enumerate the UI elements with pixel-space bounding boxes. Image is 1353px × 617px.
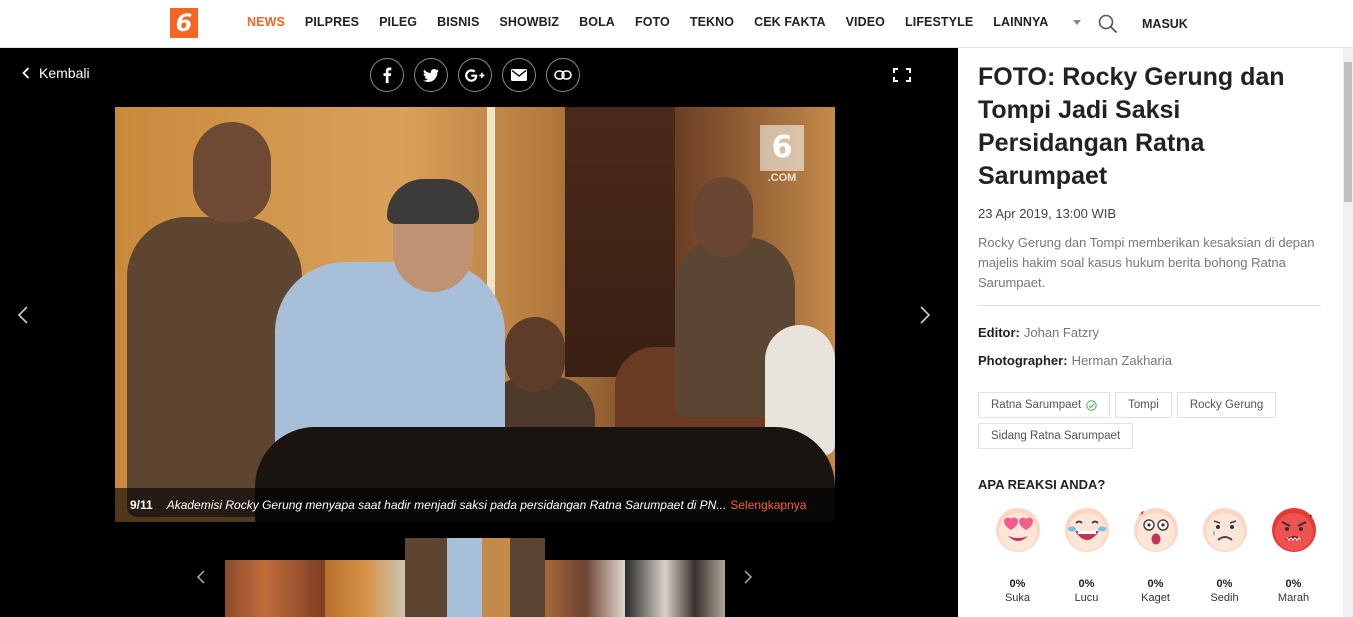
- fullscreen-icon[interactable]: [893, 68, 911, 82]
- reaction-percent: 0%: [1147, 578, 1164, 590]
- facebook-icon[interactable]: [370, 58, 404, 92]
- reaction-percent: 0%: [1009, 578, 1026, 590]
- reaction-label: Kaget: [1141, 592, 1170, 604]
- watermark-text: .COM: [767, 172, 797, 184]
- share-buttons: [370, 58, 590, 92]
- thumbnails-prev-arrow-icon[interactable]: [195, 568, 207, 586]
- thumbnail[interactable]: [225, 560, 325, 617]
- email-icon[interactable]: [502, 58, 536, 92]
- read-more-link[interactable]: Selengkapnya: [730, 498, 806, 512]
- next-photo-arrow-icon[interactable]: [919, 306, 931, 324]
- tag-sidang-ratna-sarumpaet[interactable]: Sidang Ratna Sarumpaet: [978, 423, 1134, 449]
- watermark-logo: 6: [760, 125, 804, 171]
- publish-date: 23 Apr 2019, 13:00 WIB: [978, 206, 1117, 221]
- laughing-tears-emoji-icon: [1064, 508, 1109, 552]
- editor-credit: Editor: Johan Fatzry: [978, 325, 1099, 340]
- tag-rocky-gerung[interactable]: Rocky Gerung: [1176, 392, 1277, 418]
- nav-item-bola[interactable]: BOLA: [579, 15, 615, 29]
- reaction-percent: 0%: [1285, 578, 1302, 590]
- article-sidebar: FOTO: Rocky Gerung dan Tompi Jadi Saksi …: [958, 48, 1343, 617]
- reaction-kaget[interactable]: 0% Kaget: [1121, 507, 1190, 604]
- photographer-credit: Photographer: Herman Zakharia: [978, 353, 1172, 368]
- angry-emoji-icon: [1271, 508, 1316, 552]
- photo-gallery: Kembali 6 .COM 9/11 Akademisi Rocky Geru…: [0, 48, 958, 617]
- shocked-emoji-icon: [1133, 508, 1178, 552]
- sad-emoji-icon: [1202, 508, 1247, 552]
- thumbnail[interactable]: [545, 560, 625, 617]
- scrollbar-thumb[interactable]: [1344, 62, 1352, 202]
- tag-list: Ratna Sarumpaet Tompi Rocky Gerung Sidan…: [978, 392, 1323, 454]
- thumbnails-next-arrow-icon[interactable]: [742, 568, 754, 586]
- twitter-icon[interactable]: [414, 58, 448, 92]
- reaction-list: 0% Suka 0% Lucu 0% Kaget 0% Sedih 0% Mar…: [983, 507, 1328, 604]
- caption-text: Akademisi Rocky Gerung menyapa saat hadi…: [166, 498, 727, 512]
- tag-label: Rocky Gerung: [1189, 399, 1264, 411]
- nav-item-bisnis[interactable]: BISNIS: [437, 15, 479, 29]
- article-summary: Rocky Gerung dan Tompi memberikan kesaks…: [978, 235, 1315, 290]
- nav-item-news[interactable]: NEWS: [247, 15, 285, 29]
- reaction-sedih[interactable]: 0% Sedih: [1190, 507, 1259, 604]
- divider: [978, 305, 1321, 306]
- reaction-label: Suka: [1004, 592, 1031, 604]
- photographer-name[interactable]: Herman Zakharia: [1072, 353, 1172, 368]
- photo-counter: 9/11: [130, 498, 153, 512]
- back-button[interactable]: Kembali: [22, 65, 90, 81]
- reaction-label: Sedih: [1210, 592, 1239, 604]
- photo-caption: 9/11 Akademisi Rocky Gerung menyapa saat…: [115, 488, 835, 522]
- thumbnail[interactable]: [325, 560, 405, 617]
- reaction-label: Marah: [1277, 592, 1310, 604]
- nav-item-lifestyle[interactable]: LIFESTYLE: [905, 15, 973, 29]
- nav-item-lainnya-label: LAINNYA: [993, 15, 1049, 29]
- site-logo[interactable]: 6: [170, 8, 198, 38]
- reaction-percent: 0%: [1078, 578, 1095, 590]
- previous-photo-arrow-icon[interactable]: [17, 306, 29, 324]
- chevron-left-icon: [22, 67, 30, 79]
- thumbnail-strip: [225, 538, 725, 617]
- top-navigation-bar: 6 NEWS PILPRES PILEG BISNIS SHOWBIZ BOLA…: [0, 0, 1353, 48]
- reactions-title: APA REAKSI ANDA?: [978, 477, 1106, 492]
- back-label: Kembali: [39, 65, 90, 81]
- thumbnail-active[interactable]: [405, 538, 545, 617]
- editor-name[interactable]: Johan Fatzry: [1024, 325, 1099, 340]
- verified-check-icon: [1086, 399, 1097, 411]
- chevron-down-icon: [1073, 20, 1082, 26]
- article-title: FOTO: Rocky Gerung dan Tompi Jadi Saksi …: [978, 63, 1285, 190]
- heart-eyes-emoji-icon: [995, 508, 1040, 552]
- tag-label: Ratna Sarumpaet: [991, 399, 1082, 411]
- reaction-marah[interactable]: 0% Marah: [1259, 507, 1328, 604]
- nav-item-lainnya[interactable]: LAINNYA: [993, 15, 1101, 29]
- nav-item-showbiz[interactable]: SHOWBIZ: [499, 15, 559, 29]
- editor-label: Editor:: [978, 325, 1020, 340]
- main-photo: 6 .COM: [115, 107, 835, 522]
- reaction-lucu[interactable]: 0% Lucu: [1052, 507, 1121, 604]
- nav-item-tekno[interactable]: TEKNO: [690, 15, 734, 29]
- reaction-percent: 0%: [1216, 578, 1233, 590]
- tag-label: Sidang Ratna Sarumpaet: [991, 430, 1121, 442]
- reaction-suka[interactable]: 0% Suka: [983, 507, 1052, 604]
- nav-item-cek-fakta[interactable]: CEK FAKTA: [754, 15, 826, 29]
- google-plus-icon[interactable]: [458, 58, 492, 92]
- tag-ratna-sarumpaet[interactable]: Ratna Sarumpaet: [978, 392, 1111, 418]
- reaction-label: Lucu: [1074, 592, 1099, 604]
- photographer-label: Photographer:: [978, 353, 1068, 368]
- tag-label: Tompi: [1128, 399, 1159, 411]
- nav-item-pilpres[interactable]: PILPRES: [305, 15, 359, 29]
- search-icon[interactable]: [1098, 14, 1118, 34]
- tag-tompi[interactable]: Tompi: [1115, 392, 1172, 418]
- thumbnail[interactable]: [625, 560, 725, 617]
- login-button[interactable]: MASUK: [1142, 17, 1188, 31]
- link-icon[interactable]: [546, 58, 580, 92]
- nav-item-video[interactable]: VIDEO: [846, 15, 885, 29]
- nav-item-foto[interactable]: FOTO: [635, 15, 670, 29]
- main-nav: NEWS PILPRES PILEG BISNIS SHOWBIZ BOLA F…: [247, 15, 1121, 29]
- nav-item-pileg[interactable]: PILEG: [379, 15, 417, 29]
